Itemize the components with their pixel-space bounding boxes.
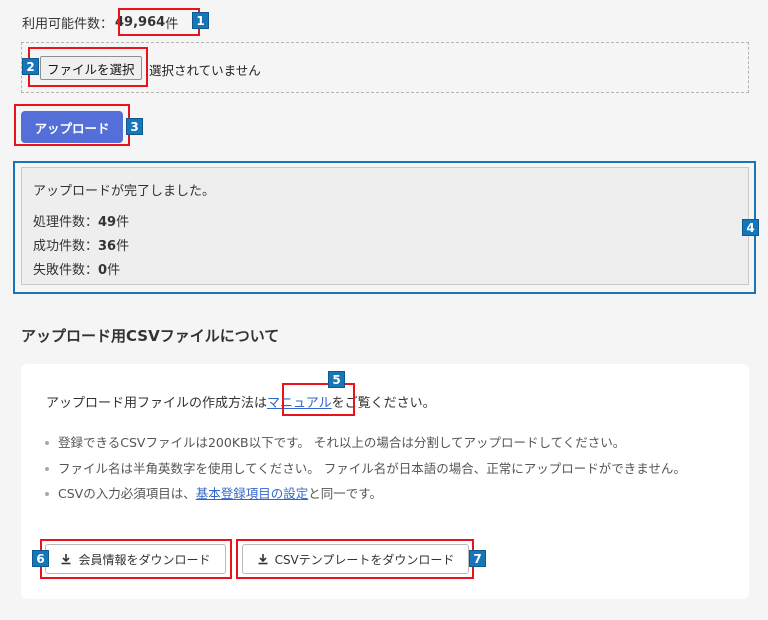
intro-prefix: アップロード用ファイルの作成方法は	[46, 396, 268, 411]
annotation-badge-2: 2	[22, 58, 39, 75]
annotation-box-7	[236, 539, 474, 579]
note-item: ファイル名は半角英数字を使用してください。 ファイル名が日本語の場合、正常にアッ…	[45, 456, 725, 481]
note-item: CSVの入力必須項目は、基本登録項目の設定と同一です。	[45, 481, 725, 507]
intro-text: アップロード用ファイルの作成方法はマニュアルをご覧ください。	[46, 392, 436, 411]
annotation-box-3	[14, 104, 130, 146]
annotation-badge-4: 4	[742, 219, 759, 236]
notes-list: 登録できるCSVファイルは200KB以下です。 それ以上の場合は分割してアップロ…	[45, 430, 725, 507]
annotation-box-2	[28, 47, 148, 87]
note3-prefix: CSVの入力必須項目は、	[58, 486, 196, 501]
annotation-box-4	[13, 161, 756, 294]
annotation-badge-7: 7	[469, 550, 486, 567]
annotation-badge-1: 1	[192, 12, 209, 29]
annotation-badge-6: 6	[32, 550, 49, 567]
available-count-label: 利用可能件数：	[22, 16, 114, 32]
annotation-badge-5: 5	[328, 371, 345, 388]
note-item: 登録できるCSVファイルは200KB以下です。 それ以上の場合は分割してアップロ…	[45, 430, 725, 456]
note3-suffix: と同一です。	[308, 486, 382, 501]
annotation-box-1	[118, 8, 200, 36]
annotation-box-6	[40, 539, 232, 579]
file-status-text: 選択されていません	[149, 63, 261, 78]
annotation-badge-3: 3	[126, 118, 143, 135]
basic-settings-link[interactable]: 基本登録項目の設定	[196, 486, 309, 501]
section-heading: アップロード用CSVファイルについて	[21, 327, 280, 345]
